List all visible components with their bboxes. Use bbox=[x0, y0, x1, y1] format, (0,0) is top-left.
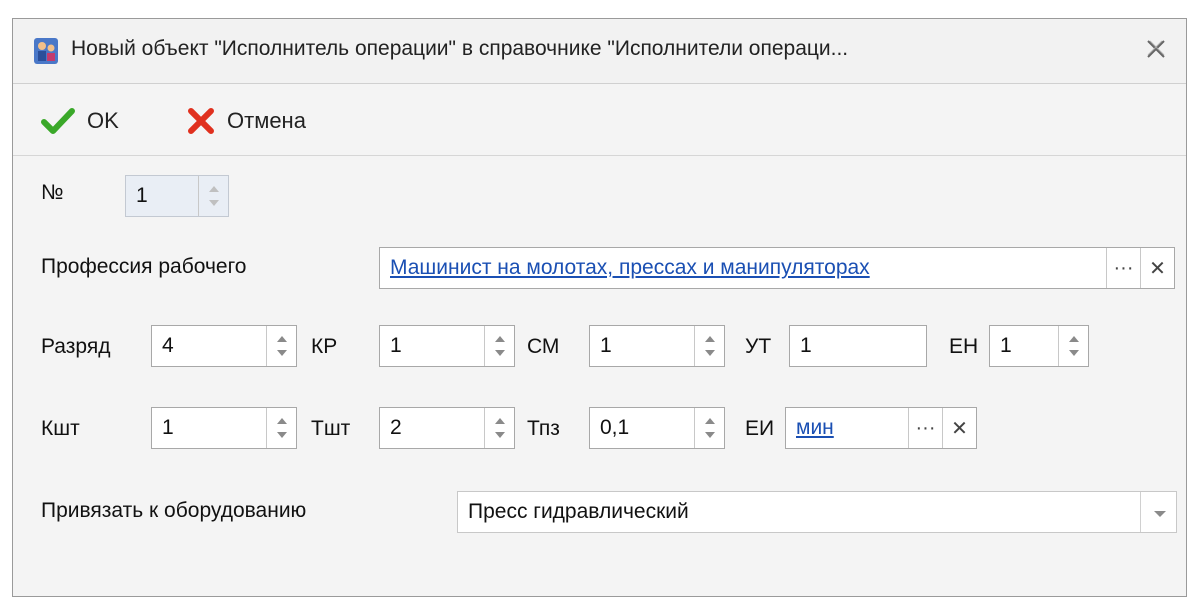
ksht-spinner[interactable]: 1 bbox=[151, 407, 297, 449]
chevron-down-icon[interactable] bbox=[1140, 492, 1176, 532]
number-spin-buttons bbox=[198, 176, 228, 216]
tpz-value: 0,1 bbox=[600, 416, 630, 439]
app-icon bbox=[33, 37, 59, 65]
en-spinner[interactable]: 1 bbox=[989, 325, 1089, 367]
kr-spinner[interactable]: 1 bbox=[379, 325, 515, 367]
profession-clear-button[interactable]: ✕ bbox=[1140, 248, 1174, 288]
ut-input[interactable]: 1 bbox=[789, 325, 927, 367]
ut-label: УТ bbox=[745, 335, 772, 358]
title-bar: Новый объект "Исполнитель операции" в сп… bbox=[13, 19, 1186, 84]
tsht-spin-buttons[interactable] bbox=[484, 408, 514, 448]
kr-label: КР bbox=[311, 335, 338, 358]
ut-value: 1 bbox=[800, 334, 812, 357]
equipment-value: Пресс гидравлический bbox=[468, 500, 689, 523]
kr-spin-buttons[interactable] bbox=[484, 326, 514, 366]
number-label: № bbox=[41, 181, 64, 204]
razryad-value: 4 bbox=[162, 334, 174, 357]
profession-field[interactable]: Машинист на молотах, прессах и манипулят… bbox=[379, 247, 1175, 289]
toolbar: OK Отмена bbox=[13, 91, 1186, 156]
equipment-label: Привязать к оборудованию bbox=[41, 499, 307, 522]
number-value: 1 bbox=[136, 184, 148, 207]
equipment-combobox[interactable]: Пресс гидравлический bbox=[457, 491, 1177, 533]
razryad-label: Разряд bbox=[41, 335, 111, 358]
sm-value: 1 bbox=[600, 334, 612, 357]
profession-label: Профессия рабочего bbox=[41, 255, 247, 278]
ei-clear-button[interactable]: ✕ bbox=[942, 408, 976, 448]
ksht-spin-buttons[interactable] bbox=[266, 408, 296, 448]
checkmark-icon bbox=[41, 108, 75, 134]
sm-spinner[interactable]: 1 bbox=[589, 325, 725, 367]
kr-value: 1 bbox=[390, 334, 402, 357]
profession-browse-button[interactable]: ··· bbox=[1106, 248, 1140, 288]
tsht-value: 2 bbox=[390, 416, 402, 439]
tpz-spinner[interactable]: 0,1 bbox=[589, 407, 725, 449]
ksht-label: Кшт bbox=[41, 417, 80, 440]
sm-spin-buttons[interactable] bbox=[694, 326, 724, 366]
en-spin-buttons[interactable] bbox=[1058, 326, 1088, 366]
window-title: Новый объект "Исполнитель операции" в сп… bbox=[71, 37, 849, 60]
tpz-label: Тпз bbox=[527, 417, 560, 440]
tpz-spin-buttons[interactable] bbox=[694, 408, 724, 448]
ok-button[interactable]: OK bbox=[41, 107, 119, 135]
ok-label: OK bbox=[87, 108, 119, 133]
number-spinner: 1 bbox=[125, 175, 229, 217]
ei-browse-button[interactable]: ··· bbox=[908, 408, 942, 448]
tsht-label: Тшт bbox=[311, 417, 351, 440]
en-value: 1 bbox=[1000, 334, 1012, 357]
ksht-value: 1 bbox=[162, 416, 174, 439]
cancel-button[interactable]: Отмена bbox=[187, 107, 306, 135]
cancel-x-icon bbox=[188, 108, 214, 134]
cancel-label: Отмена bbox=[227, 108, 306, 133]
dialog-window: Новый объект "Исполнитель операции" в сп… bbox=[12, 18, 1187, 597]
ei-label: ЕИ bbox=[745, 417, 775, 440]
ei-link[interactable]: мин bbox=[796, 416, 834, 440]
ei-field[interactable]: мин ··· ✕ bbox=[785, 407, 977, 449]
tsht-spinner[interactable]: 2 bbox=[379, 407, 515, 449]
profession-link[interactable]: Машинист на молотах, прессах и манипулят… bbox=[390, 256, 870, 280]
razryad-spinner[interactable]: 4 bbox=[151, 325, 297, 367]
en-label: ЕН bbox=[949, 335, 979, 358]
razryad-spin-buttons[interactable] bbox=[266, 326, 296, 366]
close-icon[interactable] bbox=[1144, 37, 1168, 61]
sm-label: СМ bbox=[527, 335, 560, 358]
